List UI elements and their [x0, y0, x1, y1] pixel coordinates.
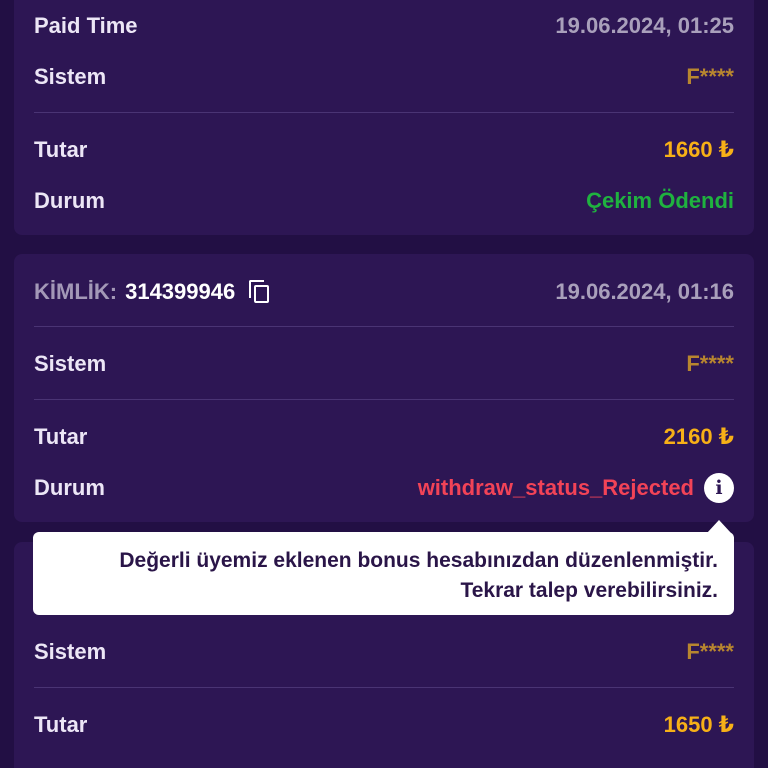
divider [34, 326, 734, 327]
amount-label: Tutar [34, 424, 88, 449]
amount-row: Tutar 1660 ₺ [34, 130, 734, 170]
id-label: KİMLİK: [34, 279, 118, 304]
withdrawal-history-screen: Paid Time 19.06.2024, 01:25 Sistem F****… [0, 0, 768, 768]
status-row: Durum withdraw_status_Rejected i [34, 468, 734, 508]
withdrawal-card-1: Paid Time 19.06.2024, 01:25 Sistem F****… [14, 0, 754, 235]
rejection-tooltip: Değerli üyemiz eklenen bonus hesabınızda… [33, 532, 734, 615]
system-label: Sistem [34, 64, 107, 89]
divider [34, 687, 734, 688]
divider [34, 112, 734, 113]
amount-value: 1650 ₺ [663, 712, 734, 737]
system-label: Sistem [34, 639, 107, 664]
amount-row: Tutar 1650 ₺ [34, 705, 734, 745]
status-wrap: withdraw_status_Rejected i [418, 473, 734, 503]
divider [34, 399, 734, 400]
system-row: Sistem F**** [34, 344, 734, 384]
system-row: Sistem F**** [34, 632, 734, 672]
paid-time-row: Paid Time 19.06.2024, 01:25 [34, 6, 734, 46]
system-label: Sistem [34, 351, 107, 376]
tooltip-line-1: Değerli üyemiz eklenen bonus hesabınızda… [119, 549, 718, 572]
amount-label: Tutar [34, 137, 88, 162]
system-value: F**** [686, 639, 734, 664]
id-value: 314399946 [125, 279, 236, 304]
paid-time-label: Paid Time [34, 13, 138, 38]
withdrawal-card-2: KİMLİK: 314399946 19.06.2024, 01:16 Sist… [14, 254, 754, 522]
date-value: 19.06.2024, 01:16 [555, 279, 734, 304]
info-icon[interactable]: i [704, 473, 734, 503]
status-label: Durum [34, 188, 105, 213]
copy-icon[interactable] [249, 280, 271, 304]
paid-time-value: 19.06.2024, 01:25 [555, 13, 734, 38]
status-row: Durum Çekim Ödendi [34, 181, 734, 221]
status-badge: Çekim Ödendi [586, 188, 734, 213]
transaction-id: KİMLİK: 314399946 [34, 279, 271, 305]
amount-value: 2160 ₺ [663, 424, 734, 449]
amount-label: Tutar [34, 712, 88, 737]
status-label: Durum [34, 475, 105, 500]
system-row: Sistem F**** [34, 57, 734, 97]
system-value: F**** [686, 64, 734, 89]
system-value: F**** [686, 351, 734, 376]
tooltip-line-2: Tekrar talep verebilirsiniz. [460, 579, 718, 602]
amount-row: Tutar 2160 ₺ [34, 417, 734, 457]
id-row: KİMLİK: 314399946 19.06.2024, 01:16 [34, 272, 734, 312]
status-badge: withdraw_status_Rejected [417, 475, 694, 500]
amount-value: 1660 ₺ [663, 137, 734, 162]
